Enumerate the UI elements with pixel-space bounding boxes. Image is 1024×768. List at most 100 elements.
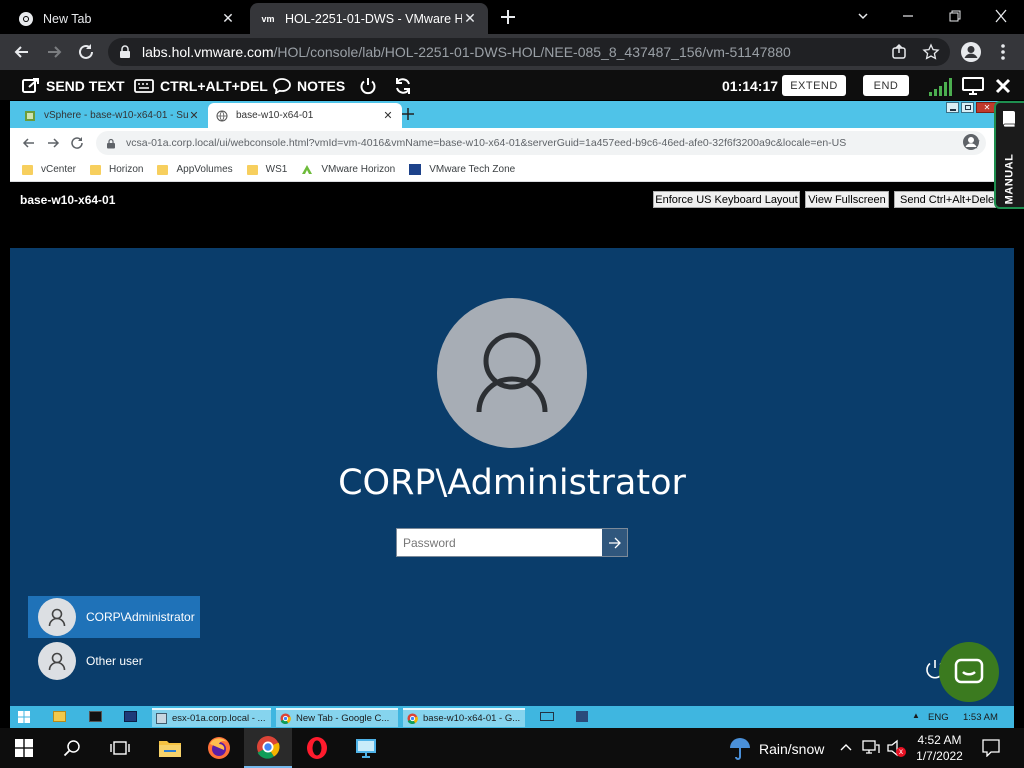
- session-timer: 01:14:17: [722, 78, 779, 94]
- notifications-icon[interactable]: [982, 739, 1000, 757]
- share-icon[interactable]: [890, 43, 908, 61]
- inner-tab-console[interactable]: base-w10-x64-01 ✕: [208, 103, 402, 128]
- back-icon[interactable]: [22, 136, 36, 150]
- windows-start-icon[interactable]: [0, 728, 48, 768]
- search-icon[interactable]: [48, 728, 96, 768]
- powershell-icon[interactable]: [124, 711, 137, 722]
- end-button[interactable]: END: [863, 75, 909, 96]
- show-hidden-icons[interactable]: ▲: [912, 711, 920, 720]
- bookmark-ws1[interactable]: WS1: [246, 164, 288, 175]
- minimize-window-icon[interactable]: [946, 102, 959, 113]
- submit-arrow-button[interactable]: [602, 529, 627, 556]
- send-ctrl-alt-delete-button[interactable]: Send Ctrl+Alt+Delete: [894, 191, 996, 208]
- weather-icon[interactable]: [728, 737, 752, 761]
- windows-start-icon[interactable]: [18, 711, 30, 723]
- new-tab-button[interactable]: [400, 106, 416, 122]
- language-indicator[interactable]: ENG: [928, 712, 949, 723]
- putty-icon: [156, 713, 167, 724]
- volume-muted-icon[interactable]: x: [886, 739, 906, 757]
- restore-window-icon[interactable]: [944, 6, 966, 26]
- folder-icon: [90, 164, 102, 175]
- ctrl-alt-del-label: CTRL+ALT+DEL: [160, 78, 268, 94]
- horizon-icon: [302, 165, 313, 174]
- inner-clock[interactable]: 1:53 AM: [963, 712, 998, 723]
- monitor-icon[interactable]: [962, 76, 984, 96]
- star-icon[interactable]: [922, 43, 940, 61]
- chat-support-button[interactable]: [939, 642, 999, 702]
- extend-button[interactable]: EXTEND: [782, 75, 846, 96]
- close-tab-icon[interactable]: ✕: [220, 10, 236, 27]
- notes-button[interactable]: NOTES: [273, 77, 345, 95]
- bookmark-vmware-horizon[interactable]: VMware Horizon: [301, 164, 395, 175]
- inner-toolbar: vcsa-01a.corp.local/ui/webconsole.html?v…: [10, 128, 1014, 158]
- taskbar-button-new-tab[interactable]: New Tab - Google C...: [276, 708, 398, 727]
- profile-icon[interactable]: [960, 41, 981, 62]
- task-view-icon[interactable]: [96, 728, 144, 768]
- command-prompt-icon[interactable]: [89, 711, 102, 722]
- reload-icon[interactable]: [70, 136, 84, 150]
- restore-window-icon[interactable]: [961, 102, 974, 113]
- manual-tab-content: MANUAL: [996, 103, 1022, 207]
- refresh-icon[interactable]: [394, 77, 418, 95]
- inner-taskbar: esx-01a.corp.local - ... New Tab - Googl…: [10, 706, 1014, 728]
- menu-icon[interactable]: [993, 42, 1013, 62]
- bookmark-label: vCenter: [41, 164, 77, 175]
- taskbar-button-esx[interactable]: esx-01a.corp.local - ...: [152, 708, 271, 727]
- file-explorer-icon[interactable]: [53, 711, 66, 722]
- network-tray-icon[interactable]: [576, 711, 588, 722]
- url-path: /HOL/console/lab/HOL-2251-01-DWS-HOL/NEE…: [273, 44, 791, 60]
- send-text-button[interactable]: SEND TEXT: [22, 77, 125, 95]
- firefox-icon[interactable]: [195, 728, 243, 768]
- inner-tab-strip: vSphere - base-w10-x64-01 - Su ✕ base-w1…: [10, 101, 1014, 128]
- inner-tab-vsphere[interactable]: vSphere - base-w10-x64-01 - Su ✕: [16, 103, 208, 128]
- profile-icon[interactable]: [962, 133, 980, 151]
- url-host: labs.hol.vmware.com: [142, 44, 274, 60]
- close-console-icon[interactable]: [995, 78, 1011, 94]
- chrome-icon[interactable]: [244, 728, 292, 768]
- bookmark-vmware-tech-zone[interactable]: VMware Tech Zone: [409, 164, 515, 175]
- outer-address-bar[interactable]: labs.hol.vmware.com/HOL/console/lab/HOL-…: [108, 38, 950, 66]
- power-icon[interactable]: [359, 77, 383, 95]
- close-tab-icon[interactable]: ✕: [382, 109, 394, 122]
- user-list-item-other-user[interactable]: Other user: [28, 640, 200, 682]
- globe-icon: [216, 110, 228, 121]
- minimize-window-icon[interactable]: [897, 6, 919, 26]
- forward-icon[interactable]: [46, 136, 60, 150]
- new-tab-button[interactable]: [498, 7, 518, 27]
- enforce-keyboard-button[interactable]: Enforce US Keyboard Layout: [653, 191, 800, 208]
- remote-desktop-icon[interactable]: [342, 728, 390, 768]
- file-explorer-icon[interactable]: [146, 728, 194, 768]
- arrow-right-icon: [608, 537, 621, 548]
- taskbar-button-base-w10[interactable]: base-w10-x64-01 - G...: [403, 708, 525, 727]
- keyboard-tray-icon[interactable]: [540, 712, 554, 721]
- inner-address-bar[interactable]: vcsa-01a.corp.local/ui/webconsole.html?v…: [96, 131, 986, 155]
- user-list-item-administrator[interactable]: CORP\Administrator: [28, 596, 200, 638]
- signal-strength-icon: [928, 77, 954, 97]
- close-window-icon[interactable]: [990, 6, 1012, 26]
- network-tray-icon[interactable]: [862, 739, 880, 755]
- book-icon: [1003, 111, 1016, 128]
- tab-search-icon[interactable]: [852, 6, 874, 26]
- weather-label[interactable]: Rain/snow: [759, 741, 824, 757]
- clock-date: 1/7/2022: [916, 749, 963, 763]
- close-tab-icon[interactable]: ✕: [188, 109, 200, 122]
- bookmark-vcenter[interactable]: vCenter: [22, 164, 76, 175]
- outer-tab-hol[interactable]: vm HOL-2251-01-DWS - VMware Ho ✕: [250, 3, 488, 34]
- reload-icon[interactable]: [76, 42, 96, 62]
- forward-icon[interactable]: [44, 42, 64, 62]
- back-icon[interactable]: [12, 42, 32, 62]
- system-clock[interactable]: 4:52 AM 1/7/2022: [912, 732, 967, 764]
- bookmark-horizon[interactable]: Horizon: [90, 164, 143, 175]
- outer-tab-new-tab[interactable]: New Tab ✕: [8, 3, 246, 34]
- speech-bubble-icon: [273, 78, 291, 94]
- password-input[interactable]: [397, 529, 602, 556]
- ctrl-alt-del-button[interactable]: CTRL+ALT+DEL: [134, 77, 268, 95]
- plus-icon: [501, 10, 515, 24]
- bookmark-appvolumes[interactable]: AppVolumes: [157, 164, 233, 175]
- close-tab-icon[interactable]: ✕: [462, 10, 478, 27]
- opera-icon[interactable]: [293, 728, 341, 768]
- bookmark-label: WS1: [265, 164, 288, 175]
- view-fullscreen-button[interactable]: View Fullscreen: [805, 191, 889, 208]
- show-hidden-icons[interactable]: [839, 740, 853, 754]
- manual-side-tab[interactable]: MANUAL: [994, 101, 1024, 209]
